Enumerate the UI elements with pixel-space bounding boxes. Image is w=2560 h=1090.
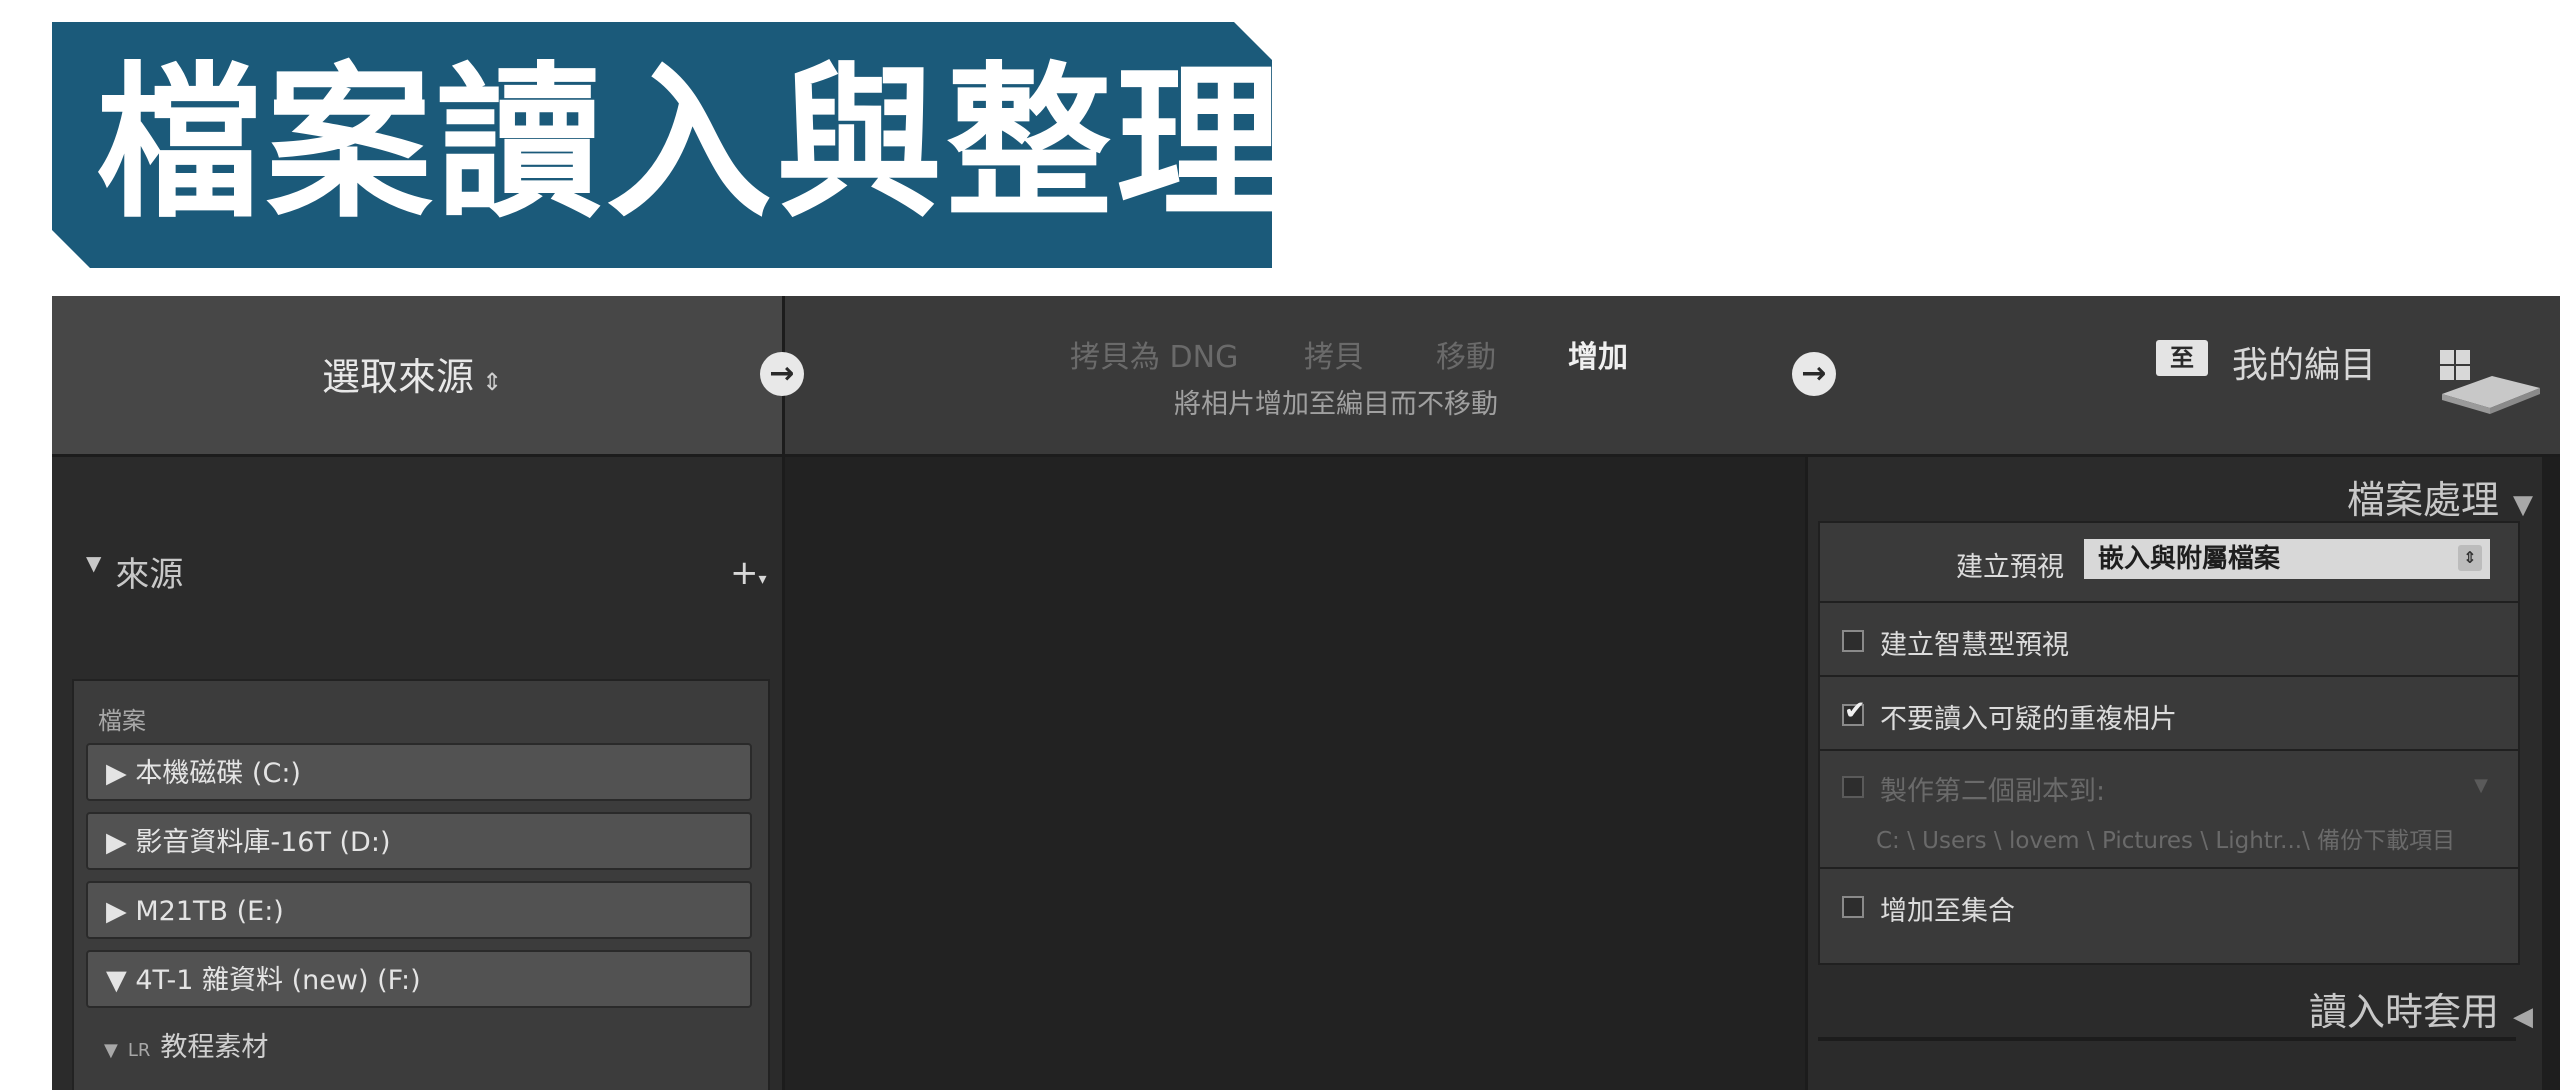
apply-during-import-header[interactable]: 讀入時套用 ◀ xyxy=(2309,981,2533,1036)
select-source-label: 選取來源 ⇕ xyxy=(322,355,503,399)
mode-move[interactable]: 移動 xyxy=(1436,332,1496,376)
arrow-right-icon: → xyxy=(1792,352,1836,396)
files-title: 檔案 xyxy=(98,707,146,735)
smart-previews-checkbox[interactable] xyxy=(1842,629,1864,652)
source-panel: ▼ 來源 +▾ 檔案 ▶ 本機磁碟 (C:) ▶ 影音資料庫-16T (D:) ▶… xyxy=(52,457,785,1090)
drive-d[interactable]: ▶ 影音資料庫-16T (D:) xyxy=(86,812,752,870)
import-topbar: 選取來源 ⇕ → 拷貝為 DNG 拷貝 移動 增加 將相片增加至編目而不移動 → … xyxy=(52,296,2560,457)
destination-catalog-label: 我的編目 xyxy=(2232,345,2377,386)
build-previews-label: 建立預視 xyxy=(1956,552,2064,583)
mode-add[interactable]: 增加 xyxy=(1568,332,1628,376)
section-divider xyxy=(1818,1037,2516,1041)
add-to-collection-row[interactable]: 增加至集合 xyxy=(1820,869,2518,961)
add-to-collection-checkbox[interactable] xyxy=(1842,895,1864,918)
import-dialog: 選取來源 ⇕ → 拷貝為 DNG 拷貝 移動 增加 將相片增加至編目而不移動 → … xyxy=(52,296,2560,1090)
dont-import-dupes-checkbox[interactable] xyxy=(1842,696,1866,726)
expand-triangle-icon: ▼ xyxy=(104,1040,118,1061)
drive-e[interactable]: ▶ M21TB (E:) xyxy=(86,881,752,939)
mode-copy[interactable]: 拷貝 xyxy=(1304,332,1364,376)
folder-item[interactable]: ▼ LR 教程素材 xyxy=(104,1025,268,1064)
updown-arrows-icon: ⇕ xyxy=(482,368,503,396)
files-tree: 檔案 ▶ 本機磁碟 (C:) ▶ 影音資料庫-16T (D:) ▶ M21TB … xyxy=(72,679,770,1090)
drive-c[interactable]: ▶ 本機磁碟 (C:) xyxy=(86,743,752,801)
second-copy-path: C: \ Users \ lovem \ Pictures \ Lightr..… xyxy=(1876,828,2456,854)
collapse-triangle-icon: ▼ xyxy=(2513,490,2533,520)
dont-import-dupes-row[interactable]: 不要讀入可疑的重複相片 xyxy=(1820,677,2518,751)
build-previews-select[interactable]: 嵌入與附屬檔案 ⇕ xyxy=(2084,539,2490,579)
second-copy-row[interactable]: 製作第二個副本到: ▼ C: \ Users \ lovem \ Picture… xyxy=(1820,751,2518,869)
select-source-button[interactable]: 選取來源 ⇕ xyxy=(52,296,785,454)
add-source-icon[interactable]: +▾ xyxy=(730,553,767,593)
dropdown-triangle-icon[interactable]: ▼ xyxy=(2474,775,2488,796)
build-previews-row: 建立預視 嵌入與附屬檔案 ⇕ xyxy=(1820,523,2518,603)
page-title: 檔案讀入與整理 xyxy=(96,48,1286,241)
to-badge: 至 xyxy=(2156,340,2208,376)
file-handling-panel: 檔案處理▼ 建立預視 嵌入與附屬檔案 ⇕ 建立智慧型預視 不要讀入可疑的重複相片 xyxy=(1805,457,2560,1090)
expand-triangle-icon: ◀ xyxy=(2513,1002,2533,1032)
right-scrollbar[interactable] xyxy=(2542,457,2560,1090)
drive-f[interactable]: ▼ 4T-1 雜資料 (new) (F:) xyxy=(86,950,752,1008)
second-copy-checkbox[interactable] xyxy=(1842,775,1864,798)
hard-drive-icon[interactable] xyxy=(2432,346,2542,416)
photo-grid xyxy=(785,457,1805,1090)
select-arrows-icon: ⇕ xyxy=(2458,545,2482,571)
file-handling-header[interactable]: 檔案處理 ▼ xyxy=(2347,469,2533,524)
import-mode-group: 拷貝為 DNG 拷貝 移動 增加 將相片增加至編目而不移動 xyxy=(1012,332,1712,422)
arrow-right-icon: → xyxy=(760,352,804,396)
file-handling-options: 建立預視 嵌入與附屬檔案 ⇕ 建立智慧型預視 不要讀入可疑的重複相片 製作第二個… xyxy=(1818,521,2520,965)
mode-copy-as-dng[interactable]: 拷貝為 DNG xyxy=(1070,332,1238,376)
mode-description: 將相片增加至編目而不移動 xyxy=(1174,389,1498,420)
collapse-triangle-icon: ▼ xyxy=(86,551,102,575)
smart-previews-row[interactable]: 建立智慧型預視 xyxy=(1820,603,2518,677)
source-header[interactable]: ▼ 來源 xyxy=(86,547,183,596)
